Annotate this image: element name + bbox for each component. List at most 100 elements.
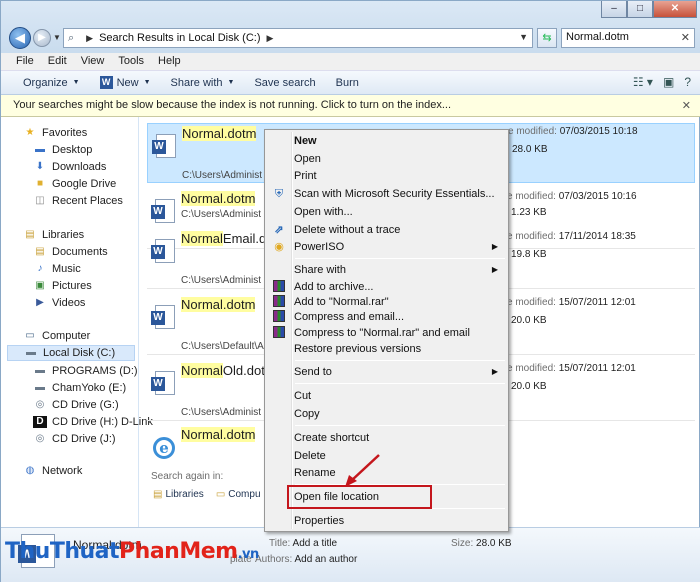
word-template-shortcut-icon: W (151, 199, 177, 223)
clear-search-icon[interactable]: ✕ (681, 31, 690, 44)
search-input[interactable]: Normal.dotm ✕ (561, 28, 695, 48)
winrar-icon (272, 326, 286, 340)
menu-item-cut[interactable]: Cut (267, 388, 506, 404)
recent-places-icon: ◫ (35, 195, 45, 206)
cd-drive-icon: ◎ (35, 433, 45, 444)
menu-bar: File Edit View Tools Help (1, 53, 700, 71)
minimize-button[interactable]: – (601, 1, 627, 18)
close-button[interactable]: ✕ (653, 1, 697, 18)
new-button[interactable]: W New ▼ (90, 73, 161, 92)
preview-pane-icon[interactable]: ▣ (663, 75, 674, 89)
sidebar-item-cd-drive-g[interactable]: ◎ CD Drive (G:) (33, 397, 119, 413)
menu-item-scan[interactable]: ⛨ Scan with Microsoft Security Essentials… (267, 186, 506, 202)
sidebar-item-pictures[interactable]: ▣ Pictures (33, 278, 91, 294)
menu-item-copy[interactable]: Copy (267, 406, 506, 422)
sidebar-item-favorites[interactable]: ★ Favorites (23, 125, 88, 141)
security-essentials-icon: ⛨ (274, 188, 284, 200)
sidebar-label: Documents (52, 246, 108, 258)
back-button[interactable]: ◀ (9, 27, 31, 49)
search-again-computer[interactable]: ▭ Compu (216, 489, 261, 500)
share-with-button[interactable]: Share with ▼ (161, 74, 245, 92)
menu-item-poweriso[interactable]: ◉ PowerISO ▶ (267, 239, 506, 255)
menu-item-rename[interactable]: Rename (267, 465, 506, 481)
sidebar-item-videos[interactable]: ▶ Videos (33, 295, 85, 311)
menu-item-create-shortcut[interactable]: Create shortcut (267, 430, 506, 446)
file-path: C:\Users\Administ (181, 275, 262, 286)
menu-item-properties[interactable]: Properties (267, 513, 506, 529)
sidebar-item-computer[interactable]: ▭ Computer (23, 328, 90, 344)
menu-separator (295, 258, 505, 259)
view-options-icon[interactable]: ☷ ▾ (633, 75, 653, 89)
sidebar-item-cd-drive-j[interactable]: ◎ CD Drive (J:) (33, 431, 116, 447)
menu-file[interactable]: File (9, 53, 41, 70)
menu-item-restore-previous[interactable]: Restore previous versions (267, 341, 506, 357)
menu-item-delete[interactable]: Delete (267, 448, 506, 464)
organize-label: Organize (23, 76, 68, 89)
sidebar-item-google-drive[interactable]: ■ Google Drive (33, 176, 116, 192)
maximize-button[interactable]: □ (627, 1, 653, 18)
details-title[interactable]: Title: Add a title (269, 538, 337, 549)
details-authors[interactable]: Authors: Add an author (255, 554, 357, 565)
search-again-label-computer: Compu (228, 489, 261, 500)
close-icon[interactable]: ✕ (682, 99, 691, 112)
sidebar-item-libraries[interactable]: ▤ Libraries (23, 227, 84, 243)
file-modified: e modified: 07/03/2015 10:18 (508, 126, 638, 137)
menu-item-new[interactable]: New (267, 133, 506, 149)
menu-item-add-to-archive[interactable]: Add to archive... (267, 279, 506, 295)
menu-item-compress-rar-email[interactable]: Compress to "Normal.rar" and email (267, 325, 506, 341)
help-icon[interactable]: ? (684, 75, 691, 89)
command-bar: Organize ▼ W New ▼ Share with ▼ Save search … (1, 71, 700, 95)
forward-button[interactable]: ▶ (33, 29, 51, 47)
sidebar-item-chamyoko[interactable]: ▬ ChamYoko (E:) (33, 380, 126, 396)
menu-item-compress-and-email[interactable]: Compress and email... (267, 309, 506, 325)
save-search-button[interactable]: Save search (244, 74, 325, 92)
word-template-icon: W (151, 371, 177, 395)
winrar-icon (272, 295, 286, 309)
chevron-right-icon[interactable]: ▶ (266, 33, 273, 44)
sidebar-item-documents[interactable]: ▤ Documents (33, 244, 108, 260)
burn-button[interactable]: Burn (326, 74, 369, 92)
index-info-bar[interactable]: Your searches might be slow because the … (1, 95, 700, 117)
sidebar-item-desktop[interactable]: ▬ Desktop (33, 142, 92, 158)
menu-item-send-to[interactable]: Send to ▶ (267, 364, 506, 380)
menu-item-open[interactable]: Open (267, 151, 506, 167)
sidebar-item-music[interactable]: ♪ Music (33, 261, 81, 277)
menu-tools[interactable]: Tools (111, 53, 151, 70)
address-path: Search Results in Local Disk (C:) (99, 32, 261, 44)
chevron-right-icon[interactable]: ▶ (86, 33, 93, 44)
search-again-label: Search again in: (151, 471, 224, 482)
menu-help[interactable]: Help (151, 53, 188, 70)
file-size: 20.0 KB (511, 381, 547, 392)
menu-item-print[interactable]: Print (267, 168, 506, 184)
file-name: Normal.dotm (181, 297, 256, 312)
search-again-locations: ▤ Libraries ▭ Compu (153, 489, 261, 500)
menu-item-add-to-rar[interactable]: Add to "Normal.rar" (267, 294, 506, 310)
computer-icon: ▭ (25, 330, 35, 341)
address-dropdown-icon[interactable]: ▼ (519, 32, 528, 42)
recent-pages-dropdown[interactable]: ▼ (53, 33, 61, 42)
refresh-button[interactable]: ⇆ (537, 28, 557, 48)
sidebar-label: Favorites (42, 127, 88, 139)
sidebar-item-network[interactable]: ◍ Network (23, 463, 83, 479)
menu-item-open-with[interactable]: Open with... (267, 204, 506, 220)
sidebar-item-cd-drive-h[interactable]: D CD Drive (H:) D-Link (33, 414, 153, 430)
file-name: Normal.dotm (182, 126, 257, 141)
sidebar-item-recent-places[interactable]: ◫ Recent Places (33, 193, 123, 209)
menu-separator (295, 383, 505, 384)
menu-item-delete-without-trace[interactable]: ⇗ Delete without a trace (267, 222, 506, 238)
file-name: Normal.dotm (181, 191, 256, 206)
menu-view[interactable]: View (74, 53, 112, 70)
submenu-arrow-icon: ▶ (491, 242, 498, 251)
address-bar[interactable]: ⌕ ▶ Search Results in Local Disk (C:) ▶ … (63, 28, 533, 48)
sidebar-item-local-disk[interactable]: ▬ Local Disk (C:) (7, 345, 135, 361)
sidebar-item-downloads[interactable]: ⬇ Downloads (33, 159, 107, 175)
file-name: NormalEmail.do (181, 231, 274, 246)
sidebar-item-programs[interactable]: ▬ PROGRAMS (D:) (33, 363, 138, 379)
menu-edit[interactable]: Edit (41, 53, 74, 70)
menu-item-share-with[interactable]: Share with ▶ (267, 262, 506, 278)
organize-button[interactable]: Organize ▼ (13, 74, 90, 92)
file-modified: e modified: 07/03/2015 10:16 (507, 191, 637, 202)
word-template-icon: W (151, 305, 177, 329)
sidebar-label: Libraries (42, 229, 85, 241)
search-again-libraries[interactable]: ▤ Libraries (153, 489, 204, 500)
